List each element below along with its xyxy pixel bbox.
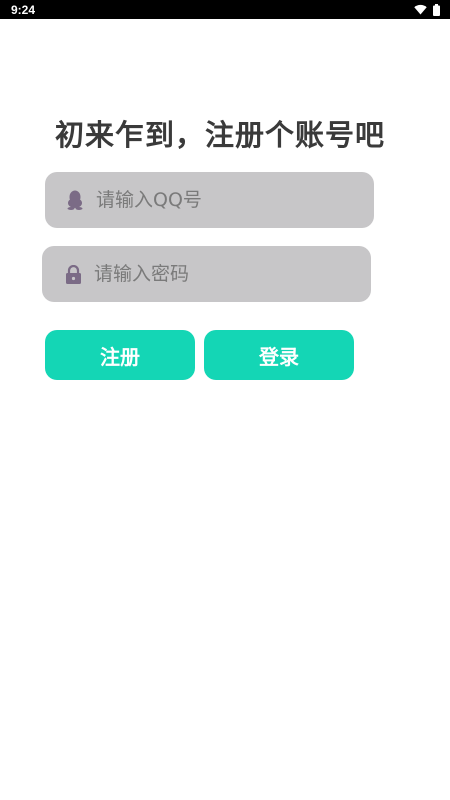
qq-penguin-icon	[65, 190, 85, 210]
status-time: 9:24	[11, 2, 36, 17]
page-title: 初来乍到，注册个账号吧	[54, 118, 385, 152]
status-bar: 9:24	[0, 0, 450, 19]
qq-input[interactable]	[96, 189, 356, 211]
qq-field[interactable]	[45, 172, 374, 228]
password-field[interactable]	[42, 246, 371, 302]
status-icons	[414, 3, 440, 16]
battery-icon	[433, 3, 440, 16]
wifi-icon	[414, 4, 427, 15]
lock-icon	[63, 264, 83, 284]
register-button[interactable]: 注册	[45, 330, 195, 380]
login-button[interactable]: 登录	[204, 330, 354, 380]
password-input[interactable]	[94, 263, 354, 285]
